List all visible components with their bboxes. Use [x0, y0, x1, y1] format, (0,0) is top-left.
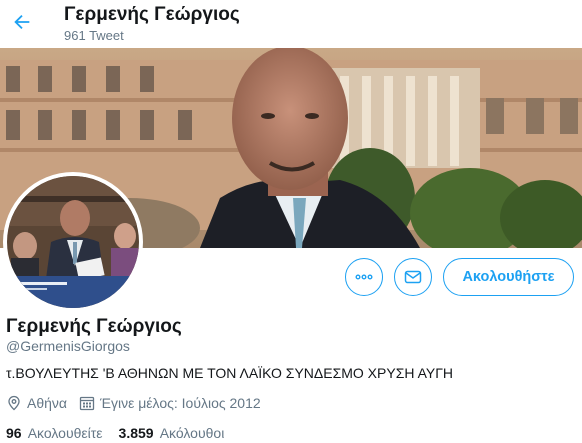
followers-count: 3.859 — [118, 425, 154, 441]
profile-meta: Αθήνα Έγινε μέλος: Ιούλιος 2012 — [6, 395, 273, 411]
calendar-icon — [79, 395, 95, 411]
more-icon — [355, 274, 373, 280]
profile-header: Γερμενής Γεώργιος 961 Tweet — [0, 0, 582, 48]
following-link[interactable]: 96 Ακολουθείτε — [6, 425, 103, 441]
back-button[interactable] — [8, 8, 36, 36]
followers-label: Ακόλουθοι — [159, 425, 225, 441]
followers-link[interactable]: 3.859 Ακόλουθοι — [119, 425, 225, 441]
location-pin-icon — [6, 395, 22, 411]
follow-stats: 96 Ακολουθείτε 3.859 Ακόλουθοι — [6, 425, 240, 441]
location: Αθήνα — [6, 395, 67, 411]
tweet-count: 961 Tweet — [64, 28, 124, 43]
join-date: Έγινε μέλος: Ιούλιος 2012 — [79, 395, 261, 411]
more-options-button[interactable] — [345, 258, 383, 296]
avatar[interactable] — [3, 172, 143, 312]
header-title: Γερμενής Γεώργιος — [64, 4, 240, 25]
mail-icon — [404, 270, 422, 284]
profile-handle: @GermenisGiorgos — [6, 338, 130, 354]
profile-name: Γερμενής Γεώργιος — [6, 316, 182, 337]
back-arrow-icon — [14, 14, 30, 30]
following-count: 96 — [6, 425, 22, 441]
location-text: Αθήνα — [27, 395, 68, 411]
message-button[interactable] — [394, 258, 432, 296]
join-date-text: Έγινε μέλος: Ιούλιος 2012 — [100, 395, 261, 411]
profile-bio: τ.ΒΟΥΛΕΥΤΗΣ 'Β ΑΘΗΝΩΝ ΜΕ ΤΟΝ ΛΑΪΚΟ ΣΥΝΔΕ… — [6, 365, 454, 381]
following-label: Ακολουθείτε — [27, 425, 103, 441]
follow-button[interactable]: Ακολουθήστε — [443, 258, 574, 296]
